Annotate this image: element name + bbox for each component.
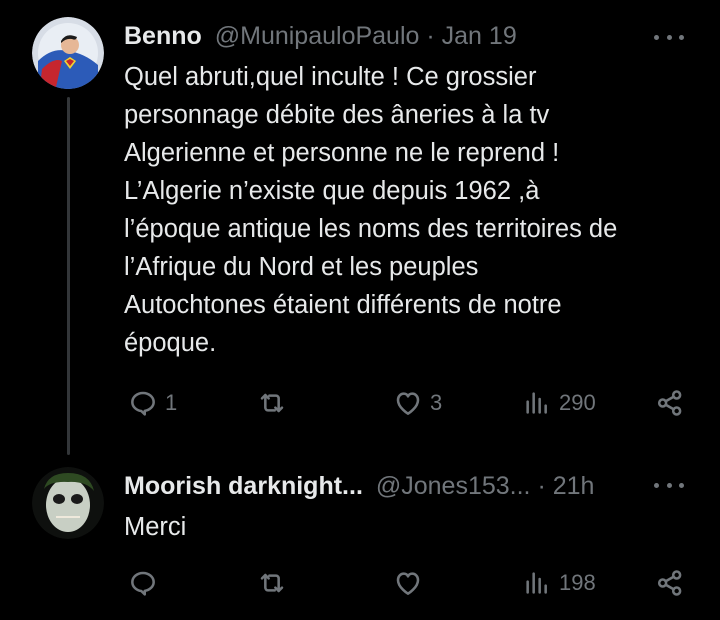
reply-icon: [131, 571, 155, 596]
author-handle[interactable]: @MunipauloPaulo: [215, 22, 420, 50]
tweet-timestamp[interactable]: Jan 19: [442, 22, 517, 50]
like-button[interactable]: [392, 567, 430, 599]
tweet-text-line: l’Afrique du Nord et les peuples: [124, 253, 479, 281]
reply-icon: [131, 391, 155, 416]
like-count: 3: [430, 390, 443, 415]
tweet-text-line: époque.: [124, 329, 217, 357]
heart-icon: [396, 392, 420, 415]
tweet-header: Moorish darknight... @Jones153... · 21h: [124, 470, 594, 502]
tweet-text-line: Quel abruti,quel inculte ! Ce grossier: [124, 63, 537, 91]
tweet-text-line: Autochtones étaient différents de notre: [124, 291, 562, 319]
avatar[interactable]: [32, 17, 104, 89]
views-button[interactable]: 290: [521, 387, 596, 419]
share-icon: [657, 570, 682, 596]
views-chart-icon: [526, 572, 547, 594]
tweet-header: Benno @MunipauloPaulo · Jan 19: [124, 20, 517, 52]
tweet-text: Quel abruti,quel inculte ! Ce grossier p…: [124, 58, 699, 362]
views-chart-icon: [526, 392, 547, 414]
reply-button[interactable]: 1: [127, 387, 177, 419]
tweet-text-line: l’époque antique les noms des territoire…: [124, 215, 618, 243]
view-count: 198: [559, 570, 596, 595]
tweet-text-line: Algerienne et personne ne le reprend !: [124, 139, 560, 167]
more-options-icon[interactable]: [654, 27, 684, 47]
share-button[interactable]: [654, 567, 686, 599]
tweet-timestamp[interactable]: 21h: [553, 472, 595, 500]
joker-avatar-icon: [32, 467, 104, 539]
retweet-button[interactable]: [256, 387, 294, 419]
retweet-icon: [260, 393, 284, 413]
superman-avatar-icon: [32, 17, 104, 89]
reply-count: 1: [165, 390, 178, 415]
share-button[interactable]: [654, 387, 686, 419]
tweet-actions: 1 3 290: [0, 387, 720, 423]
author-name[interactable]: Benno: [124, 22, 202, 50]
header-separator: ·: [426, 22, 435, 50]
reply-button[interactable]: [127, 567, 165, 599]
tweet-text-line: L’Algerie n’existe que depuis 1962 ,à: [124, 177, 540, 205]
author-name[interactable]: Moorish darknight...: [124, 472, 363, 500]
share-icon: [657, 390, 682, 416]
more-options-icon[interactable]: [654, 475, 684, 495]
tweet-text: Merci: [124, 508, 699, 546]
tweet-text-line: personnage débite des âneries à la tv: [124, 101, 550, 129]
heart-icon: [396, 572, 420, 595]
view-count: 290: [559, 390, 596, 415]
retweet-button[interactable]: [256, 567, 294, 599]
tweet-text-line: Merci: [124, 513, 187, 541]
retweet-icon: [260, 573, 284, 593]
like-button[interactable]: 3: [392, 387, 442, 419]
views-button[interactable]: 198: [521, 567, 596, 599]
author-handle[interactable]: @Jones153...: [376, 472, 531, 500]
header-separator: ·: [537, 472, 546, 500]
tweet-actions: 198: [0, 567, 720, 603]
avatar[interactable]: [32, 467, 104, 539]
